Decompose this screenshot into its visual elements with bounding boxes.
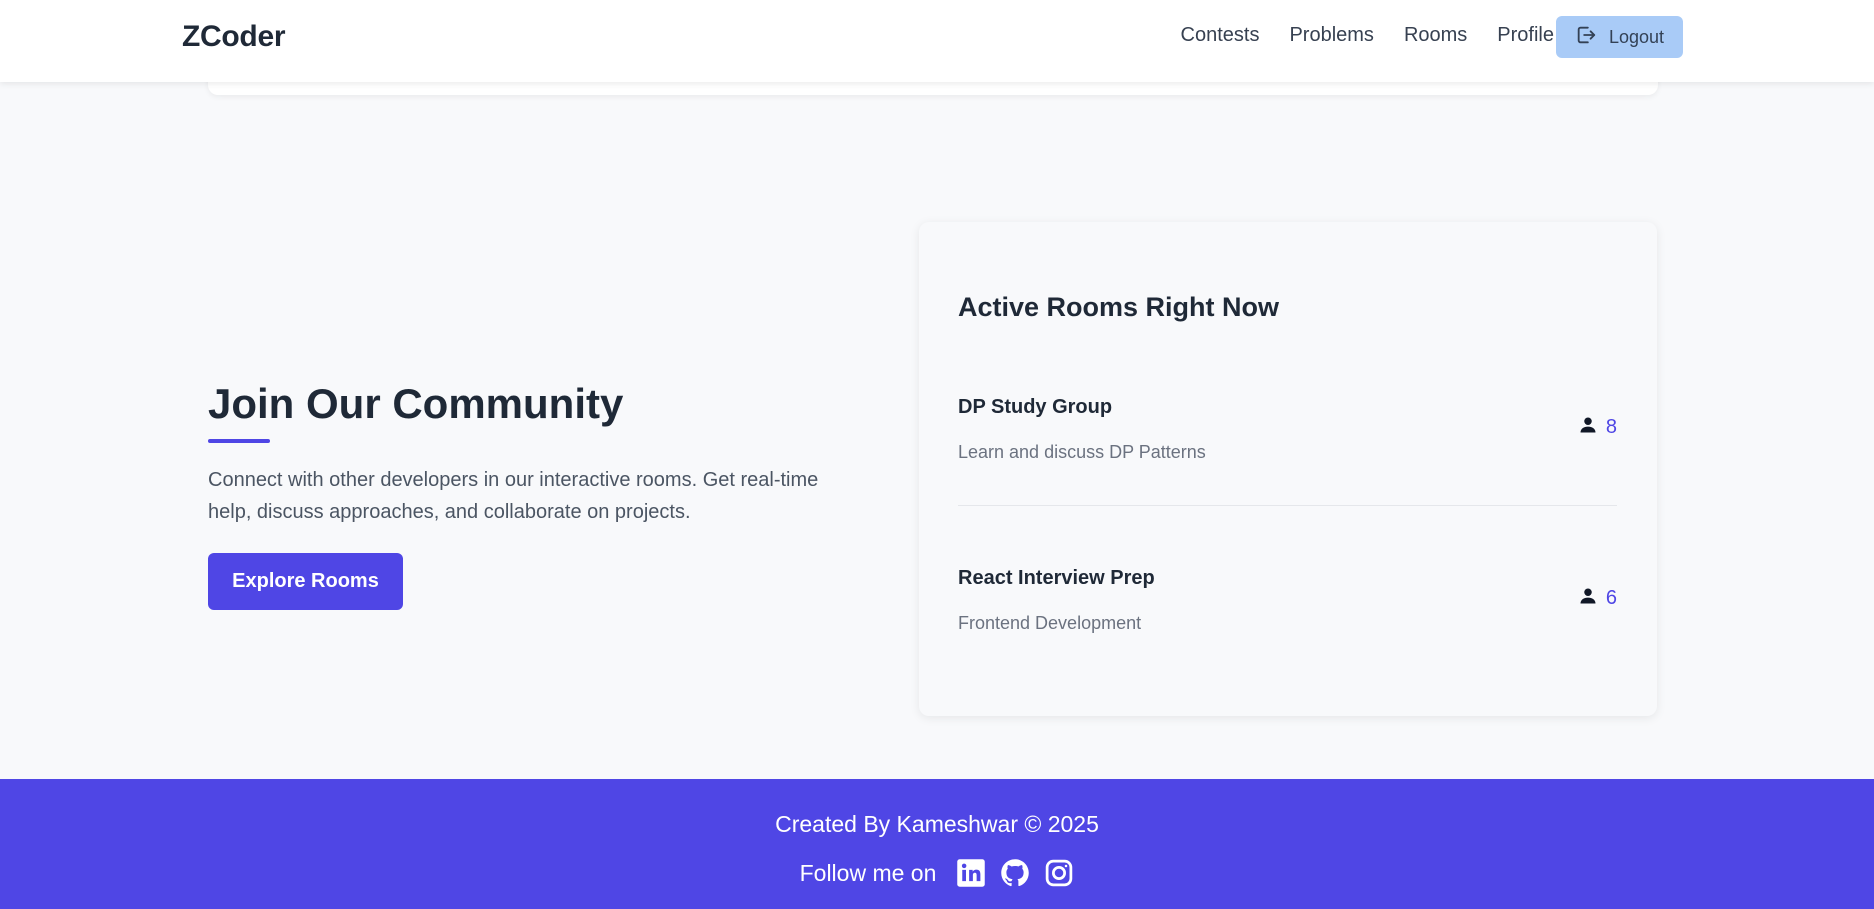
nav-rooms[interactable]: Rooms [1404, 24, 1467, 47]
member-count-number: 6 [1605, 587, 1617, 609]
title-underline [208, 439, 270, 443]
room-subtitle: Frontend Development [958, 613, 1142, 633]
explore-rooms-button[interactable]: Explore Rooms [208, 553, 403, 610]
github-icon[interactable] [1000, 858, 1030, 888]
community-title: Join Our Community [208, 380, 624, 427]
instagram-icon[interactable] [1044, 858, 1074, 888]
site-footer: Created By Kameshwar © 2025 Follow me on [0, 779, 1874, 909]
nav-links: Contests Problems Rooms Profile [1181, 24, 1554, 47]
footer-follow: Follow me on [0, 858, 1874, 888]
user-icon [1578, 415, 1598, 440]
brand-logo[interactable]: ZCoder [182, 20, 286, 54]
top-navbar: ZCoder Contests Problems Rooms Profile L… [0, 0, 1874, 82]
nav-contests[interactable]: Contests [1181, 24, 1260, 47]
linkedin-icon[interactable] [956, 858, 986, 888]
footer-credit: Created By Kameshwar © 2025 [775, 811, 1099, 837]
room-item[interactable]: DP Study Group Learn and discuss DP Patt… [958, 396, 1617, 506]
active-rooms-title: Active Rooms Right Now [958, 292, 1280, 322]
community-description: Connect with other developers in our int… [208, 469, 819, 523]
room-name: React Interview Prep [958, 567, 1155, 589]
room-subtitle: Learn and discuss DP Patterns [958, 442, 1206, 462]
member-count-number: 8 [1605, 416, 1617, 438]
active-rooms-card: Active Rooms Right Now DP Study Group Le… [919, 222, 1657, 716]
nav-problems[interactable]: Problems [1289, 24, 1373, 47]
room-member-count: 6 [1578, 586, 1617, 611]
room-item[interactable]: React Interview Prep Frontend Developmen… [958, 567, 1617, 677]
room-member-count: 8 [1578, 415, 1617, 440]
room-name: DP Study Group [958, 396, 1113, 418]
logout-icon [1575, 24, 1597, 51]
logout-button[interactable]: Logout [1556, 16, 1683, 58]
user-icon [1578, 586, 1598, 611]
nav-profile[interactable]: Profile [1497, 24, 1554, 47]
follow-label: Follow me on [799, 859, 937, 886]
logout-label: Logout [1608, 26, 1665, 47]
